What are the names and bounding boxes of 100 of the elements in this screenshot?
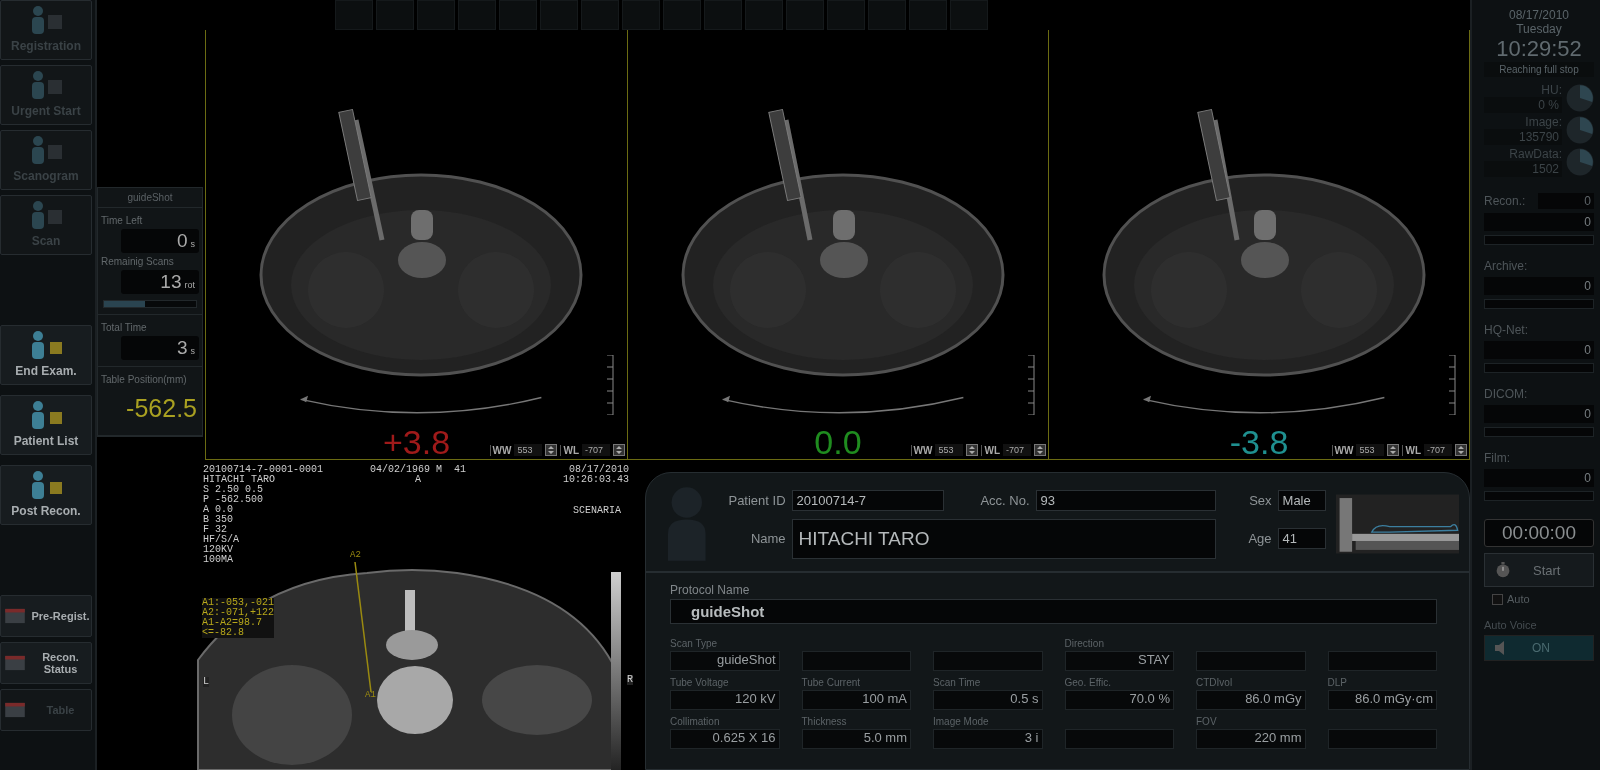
toolbar-button[interactable] bbox=[417, 0, 455, 30]
toolbar-button[interactable] bbox=[704, 0, 742, 30]
queue-label: DICOM: bbox=[1484, 387, 1528, 401]
toolbar-button[interactable] bbox=[868, 0, 906, 30]
sidebar-button[interactable]: Recon. Status bbox=[0, 642, 92, 684]
toolbar-button[interactable] bbox=[950, 0, 988, 30]
toolbar-button[interactable] bbox=[499, 0, 537, 30]
toolbar-button[interactable] bbox=[376, 0, 414, 30]
table-position-value: -562.5 bbox=[125, 393, 198, 424]
remaining-scans-display: 13 rot bbox=[121, 270, 199, 294]
field-label: Acc. No. bbox=[979, 492, 1030, 508]
toolbar-button[interactable] bbox=[786, 0, 824, 30]
toolbar-button[interactable] bbox=[663, 0, 701, 30]
clock-display: 10:29:52 bbox=[1495, 36, 1583, 62]
field-label: Protocol Name bbox=[670, 583, 751, 597]
disk-usage-value: 1502 bbox=[1484, 161, 1562, 177]
image-viewport[interactable]: +3.8 WW 553 WL -707 bbox=[206, 30, 627, 459]
parameter-field: 86.0 mGy bbox=[1196, 690, 1306, 710]
parameter-field: 86.0 mGy·cm bbox=[1327, 690, 1437, 710]
start-button[interactable]: Start bbox=[1484, 553, 1594, 587]
toolbar-button[interactable] bbox=[909, 0, 947, 30]
toolbar-button[interactable] bbox=[745, 0, 783, 30]
parameter-field: 5.0 mm bbox=[801, 729, 911, 749]
field-label: Total Time bbox=[101, 322, 148, 333]
parameter-field: 100 mA bbox=[801, 690, 911, 710]
sidebar-button[interactable]: Patient List bbox=[0, 395, 92, 455]
patient-name-field: HITACHI TARO bbox=[791, 518, 1216, 559]
field-label: Collimation bbox=[670, 716, 721, 728]
field-label: Tube Voltage bbox=[670, 677, 730, 689]
grid-icon bbox=[4, 655, 26, 671]
measurement-readout: A1:-053,-021 A2:-071,+122 A1-A2=98.7 <=-82.8 bbox=[202, 598, 274, 638]
window-width-value: 553 bbox=[1356, 444, 1385, 456]
sidebar-button[interactable]: Post Recon. bbox=[0, 465, 92, 525]
field-label: Name bbox=[749, 531, 786, 546]
patient-id-field: 20100714-7 bbox=[791, 489, 944, 511]
window-level-label: WL bbox=[981, 444, 1000, 456]
toolbar-button[interactable] bbox=[827, 0, 865, 30]
window-width-value: 553 bbox=[514, 444, 543, 456]
toolbar-button[interactable] bbox=[335, 0, 373, 30]
pie-chart-icon bbox=[1566, 116, 1594, 144]
marker-label: A2 bbox=[350, 550, 361, 560]
parameter-field: STAY bbox=[1064, 651, 1174, 671]
queue-value-field: 0 bbox=[1484, 469, 1594, 487]
sidebar-button[interactable]: Pre-Regist. bbox=[0, 595, 92, 637]
spinner-icon[interactable] bbox=[1455, 444, 1467, 456]
field-label: Time Left bbox=[101, 215, 144, 226]
sidebar-button[interactable]: End Exam. bbox=[0, 325, 92, 385]
window-width-label: WW bbox=[1331, 444, 1354, 456]
scale-bar-icon bbox=[1026, 355, 1036, 415]
image-viewport[interactable]: -3.8 WW 553 WL -707 bbox=[1048, 30, 1469, 459]
parameter-field: 120 kV bbox=[670, 690, 780, 710]
queue-label: Film: bbox=[1484, 451, 1510, 465]
toolbar-button[interactable] bbox=[581, 0, 619, 30]
queue-label: Recon.: bbox=[1484, 194, 1526, 208]
field-label: Thickness bbox=[801, 716, 848, 728]
pie-chart-icon bbox=[1566, 148, 1594, 176]
field-label: Image Mode bbox=[933, 716, 990, 728]
date-label: 08/17/2010 bbox=[1507, 8, 1571, 22]
queue-value-field: 0 bbox=[1484, 213, 1594, 231]
toolbar-button[interactable] bbox=[458, 0, 496, 30]
spinner-icon[interactable] bbox=[966, 444, 979, 456]
speaker-icon bbox=[1495, 641, 1504, 655]
status-message: Reaching full stop bbox=[1484, 62, 1594, 77]
toolbar-button[interactable] bbox=[622, 0, 660, 30]
image-info-overlay: 20100714-7-0001-0001 HITACHI TARO S 2.50 0.5 P -562.500 A 0.0 B 350 F 32 HF/S/A 120KV 100MA bbox=[203, 465, 324, 565]
parameter-field: 70.0 % bbox=[1064, 690, 1174, 710]
weekday-label: Tuesday bbox=[1515, 22, 1563, 36]
field-label: Patient ID bbox=[727, 492, 786, 508]
toolbar-button[interactable] bbox=[540, 0, 578, 30]
window-level-label: WL bbox=[560, 444, 579, 456]
slice-offset-value: 0.0 bbox=[814, 425, 862, 459]
window-width-value: 553 bbox=[935, 444, 964, 456]
queue-value-field: 0 bbox=[1484, 405, 1594, 423]
queue-count-field: 0 bbox=[1538, 193, 1594, 209]
spinner-icon[interactable] bbox=[1034, 444, 1046, 456]
time-left-display: 0 s bbox=[121, 229, 199, 253]
spinner-icon[interactable] bbox=[1387, 444, 1400, 456]
field-label: Tube Current bbox=[801, 677, 862, 689]
window-level-label: WL bbox=[1402, 444, 1421, 456]
spinner-icon[interactable] bbox=[545, 444, 558, 456]
parameter-field: 0.625 X 16 bbox=[670, 729, 780, 749]
spinner-icon[interactable] bbox=[613, 444, 625, 456]
image-viewport[interactable]: 0.0 WW 553 WL -707 bbox=[627, 30, 1048, 459]
parameter-field: guideShot bbox=[670, 651, 780, 671]
field-label: Geo. Effic. bbox=[1064, 677, 1112, 689]
orientation-label: L bbox=[203, 677, 209, 687]
window-level-value: -707 bbox=[582, 444, 610, 456]
slice-offset-value: -3.8 bbox=[1229, 425, 1289, 459]
field-label: Direction bbox=[1064, 638, 1105, 650]
window-level-value: -707 bbox=[1003, 444, 1031, 456]
protocol-name-field: guideShot bbox=[670, 599, 1437, 624]
field-label: DLP bbox=[1327, 677, 1348, 689]
field-label: Table Position(mm) bbox=[101, 374, 188, 385]
sex-field: Male bbox=[1277, 489, 1326, 511]
field-label: Remainig Scans bbox=[101, 256, 175, 267]
field-label: FOV bbox=[1196, 716, 1218, 728]
window-width-label: WW bbox=[910, 444, 933, 456]
field-label: Scan Type bbox=[670, 638, 719, 650]
date-time-overlay: 08/17/2010 10:26:03.43 bbox=[563, 465, 629, 485]
patient-info-overlay: 04/02/1969 M 41 A bbox=[370, 465, 466, 485]
